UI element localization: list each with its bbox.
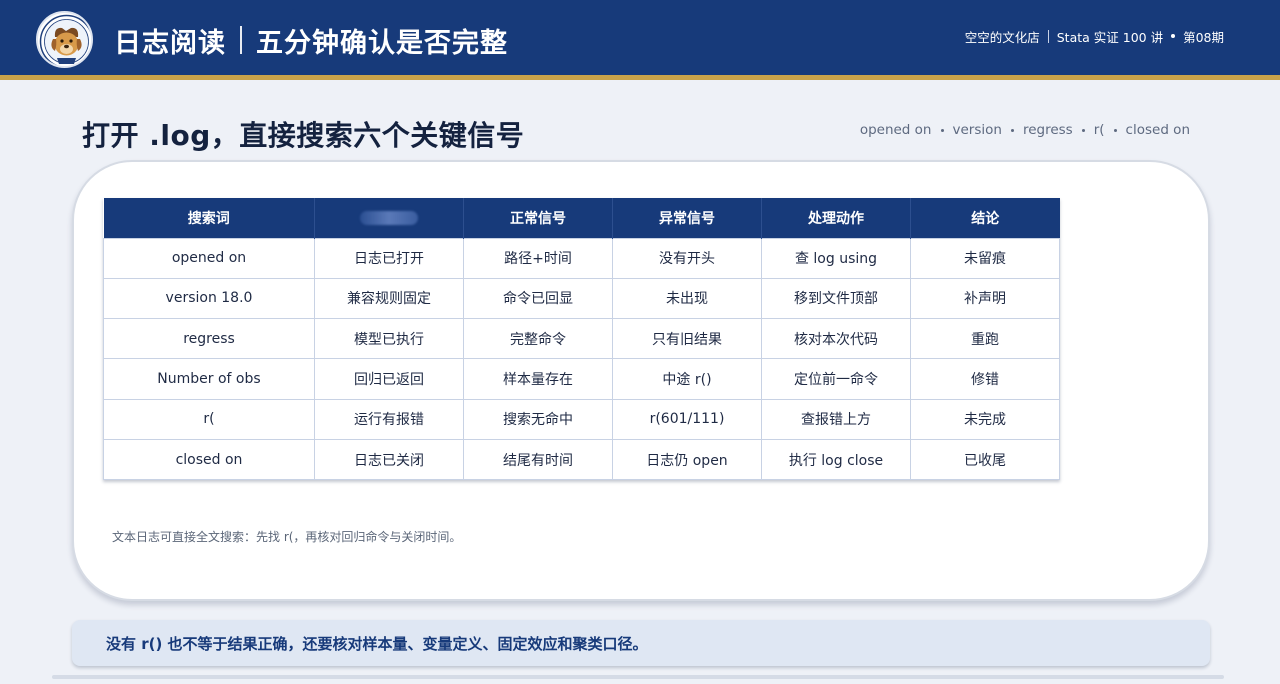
table-cell: 路径+时间 <box>463 237 613 279</box>
table-cell: 日志仍 open <box>612 438 762 481</box>
title-divider <box>240 26 242 54</box>
table-row: version 18.0 兼容规则固定 命令已回显 未出现 移到文件顶部 补声明 <box>103 277 1060 320</box>
keyword-item: closed on <box>1125 122 1190 138</box>
table-cell: 移到文件顶部 <box>761 277 911 320</box>
keyword-item: regress <box>1022 122 1073 138</box>
keyword-item: version <box>952 122 1002 138</box>
table-cell: 兼容规则固定 <box>314 277 464 320</box>
header-meta: 空空的文化店 Stata 实证 100 讲 第08期 <box>965 26 1224 46</box>
table-footnote: 文本日志可直接全文搜索：先找 r(，再核对回归命令与关闭时间。 <box>112 530 462 544</box>
table-cell: 中途 r() <box>612 358 762 400</box>
table-cell: 运行有报错 <box>314 398 464 440</box>
table-cell: opened on <box>103 237 315 279</box>
keyword-dot-icon <box>1113 128 1117 132</box>
table-cell: 结尾有时间 <box>463 438 613 481</box>
table-cell: 没有开头 <box>612 237 762 279</box>
table-cell: 完整命令 <box>463 318 613 360</box>
table-cell: 未留痕 <box>910 237 1060 279</box>
header-bar: 日志阅读 五分钟确认是否完整 空空的文化店 Stata 实证 100 讲 第08… <box>0 0 1280 80</box>
table-cell: 查 log using <box>761 237 911 279</box>
header-cell-abnormal: 异常信号 <box>612 198 762 238</box>
keyword-item: opened on <box>859 122 932 138</box>
table-cell: r(601/111) <box>612 398 762 440</box>
table-cell: 定位前一命令 <box>761 358 911 400</box>
obscured-label <box>360 210 418 225</box>
header-cell-action: 处理动作 <box>761 198 911 238</box>
table-cell: 查报错上方 <box>761 398 911 440</box>
header-title: 日志阅读 五分钟确认是否完整 <box>114 18 508 62</box>
table-header-row: 搜索词 正常信号 异常信号 处理动作 结论 <box>103 198 1060 238</box>
table-cell: 命令已回显 <box>463 277 613 320</box>
dog-mascot-logo-icon <box>36 11 93 68</box>
header-cell-conclusion: 结论 <box>910 198 1060 238</box>
table-cell: 未完成 <box>910 398 1060 440</box>
footer-callout: 没有 r() 也不等于结果正确，还要核对样本量、变量定义、固定效应和聚类口径。 <box>72 620 1210 666</box>
table-cell: 补声明 <box>910 277 1060 320</box>
meta-shop: 空空的文化店 <box>964 29 1040 45</box>
table-row: r( 运行有报错 搜索无命中 r(601/111) 查报错上方 未完成 <box>103 398 1060 440</box>
table-cell: closed on <box>103 438 315 481</box>
header-cell-search-term: 搜索词 <box>103 198 315 238</box>
keyword-list: opened on version regress r( closed on <box>860 122 1190 138</box>
meta-issue: 第08期 <box>1183 29 1224 45</box>
table-cell: 搜索无命中 <box>463 398 613 440</box>
header-title-left: 日志阅读 <box>114 27 226 59</box>
bottom-divider <box>52 675 1224 679</box>
header-title-right: 五分钟确认是否完整 <box>256 27 508 59</box>
table-row: Number of obs 回归已返回 样本量存在 中途 r() 定位前一命令 … <box>103 358 1060 400</box>
table-cell: 已收尾 <box>910 438 1060 481</box>
table-cell: 模型已执行 <box>314 318 464 360</box>
signal-table: 搜索词 正常信号 异常信号 处理动作 结论 opened on 日志已打开 路径… <box>103 198 1060 481</box>
table-cell: 修错 <box>910 358 1060 400</box>
meta-course: Stata 实证 100 讲 <box>1056 29 1164 45</box>
header-cell-normal: 正常信号 <box>463 198 613 238</box>
table-cell: 核对本次代码 <box>761 318 911 360</box>
table-cell: 日志已关闭 <box>314 438 464 481</box>
table-cell: 重跑 <box>910 318 1060 360</box>
table-cell: 日志已打开 <box>314 237 464 279</box>
table-cell: r( <box>103 398 315 440</box>
meta-divider <box>1047 29 1049 43</box>
table-cell: 执行 log close <box>761 438 911 481</box>
table-cell: regress <box>103 318 315 360</box>
content-card: 搜索词 正常信号 异常信号 处理动作 结论 opened on 日志已打开 路径… <box>72 160 1210 601</box>
table-row: closed on 日志已关闭 结尾有时间 日志仍 open 执行 log cl… <box>103 438 1060 481</box>
keyword-dot-icon <box>1081 128 1085 132</box>
table-row: opened on 日志已打开 路径+时间 没有开头 查 log using 未… <box>103 237 1060 279</box>
keyword-dot-icon <box>1010 128 1014 132</box>
header-cell-meaning <box>314 198 464 238</box>
table-cell: 样本量存在 <box>463 358 613 400</box>
table-row: regress 模型已执行 完整命令 只有旧结果 核对本次代码 重跑 <box>103 318 1060 360</box>
table-cell: version 18.0 <box>103 277 315 320</box>
keyword-item: r( <box>1093 122 1105 138</box>
table-cell: Number of obs <box>103 358 315 400</box>
meta-dot-icon <box>1171 34 1176 38</box>
table-cell: 只有旧结果 <box>612 318 762 360</box>
page-title: 打开 .log，直接搜索六个关键信号 <box>82 119 525 152</box>
keyword-dot-icon <box>940 128 944 132</box>
table-cell: 未出现 <box>612 277 762 320</box>
table-cell: 回归已返回 <box>314 358 464 400</box>
